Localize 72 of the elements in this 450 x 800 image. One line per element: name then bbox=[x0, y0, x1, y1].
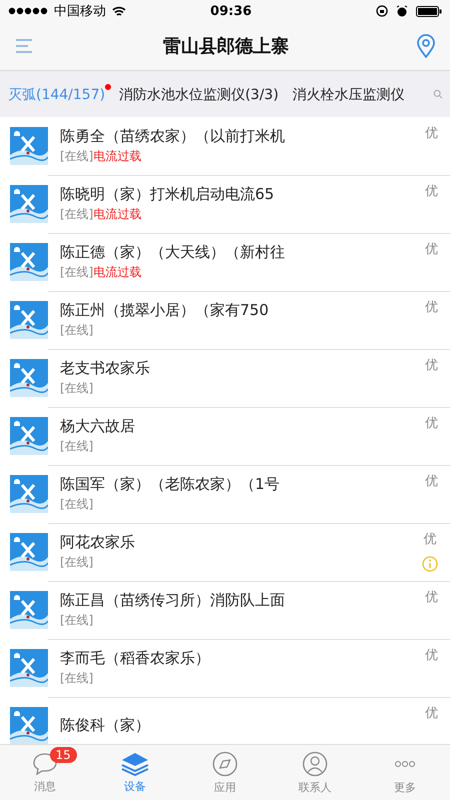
grade-label: 优 bbox=[425, 473, 438, 490]
device-row[interactable]: 陈正昌（苗绣传习所）消防队上面 [在线] 优 bbox=[48, 580, 450, 640]
rotation-lock-icon bbox=[376, 5, 388, 17]
device-icon bbox=[10, 185, 48, 223]
online-status: [在线] bbox=[60, 496, 94, 512]
device-icon bbox=[10, 475, 48, 513]
carrier-name: 中国移动 bbox=[54, 3, 106, 20]
device-name[interactable]: 陈晓明（家）打米机启动电流65 bbox=[60, 184, 425, 204]
device-icon bbox=[10, 127, 48, 165]
device-name[interactable]: 杨大六故居 bbox=[60, 416, 425, 436]
online-status: [在线] bbox=[60, 554, 94, 570]
device-row[interactable]: 杨大六故居 [在线] 优 bbox=[48, 406, 450, 466]
online-status: [在线] bbox=[60, 670, 94, 686]
device-name[interactable]: 陈正昌（苗绣传习所）消防队上面 bbox=[60, 590, 425, 610]
device-icon bbox=[10, 591, 48, 629]
grade-label: 优 bbox=[425, 241, 438, 258]
device-row[interactable]: 陈国军（家）（老陈农家）（1号 [在线] 优 bbox=[48, 464, 450, 524]
grade-label: 优 bbox=[425, 183, 438, 200]
location-pin-icon[interactable] bbox=[416, 34, 436, 58]
device-name[interactable]: 陈国军（家）（老陈农家）（1号 bbox=[60, 474, 425, 494]
page-title: 雷山县郎德上寨 bbox=[163, 35, 289, 58]
online-status: [在线] bbox=[60, 322, 94, 338]
grade-label: 优 bbox=[425, 647, 438, 664]
online-status: [在线] bbox=[60, 206, 94, 222]
device-name[interactable]: 陈正州（揽翠小居）（家有750 bbox=[60, 300, 425, 320]
tab-bar-item[interactable]: 消息 15 bbox=[0, 745, 90, 800]
grade-label: 优 bbox=[425, 125, 438, 142]
device-icon bbox=[10, 301, 48, 339]
layers-icon bbox=[121, 752, 149, 776]
device-icon bbox=[10, 649, 48, 687]
grade-label: 优 bbox=[425, 357, 438, 374]
device-row[interactable]: 阿花农家乐 [在线] 优 bbox=[48, 522, 450, 582]
alert-text: 电流过载 bbox=[93, 148, 142, 164]
grade-label: 优 bbox=[424, 531, 436, 548]
online-status: [在线] bbox=[60, 380, 94, 396]
device-icon bbox=[10, 243, 48, 281]
alert-text: 电流过载 bbox=[93, 206, 142, 222]
contacts-icon bbox=[302, 750, 328, 776]
clock-time: 09:36 bbox=[210, 4, 252, 18]
device-row[interactable]: 陈勇全（苗绣农家）（以前打米机 [在线]电流过载 优 bbox=[48, 117, 450, 176]
device-icon bbox=[10, 417, 48, 455]
device-name[interactable]: 陈俊科（家） bbox=[60, 716, 425, 735]
device-row[interactable]: 老支书农家乐 [在线] 优 bbox=[48, 348, 450, 408]
device-name[interactable]: 李而毛（稻香农家乐） bbox=[60, 648, 425, 668]
wifi-icon bbox=[112, 6, 126, 16]
device-row[interactable]: 陈正州（揽翠小居）（家有750 [在线] 优 bbox=[48, 290, 450, 350]
unread-count: 15 bbox=[50, 747, 77, 763]
grade-label: 优 bbox=[425, 705, 438, 722]
device-name[interactable]: 老支书农家乐 bbox=[60, 358, 425, 378]
online-status: [在线] bbox=[60, 438, 94, 454]
more-icon bbox=[392, 760, 418, 768]
device-icon bbox=[10, 533, 48, 571]
device-name[interactable]: 阿花农家乐 bbox=[60, 532, 422, 552]
device-row[interactable]: 陈晓明（家）打米机启动电流65 [在线]电流过载 优 bbox=[48, 174, 450, 234]
grade-label: 优 bbox=[425, 589, 438, 606]
category-tab[interactable]: 消防水池水位监测仪(3/3) bbox=[119, 87, 279, 103]
device-name[interactable]: 陈正德（家）（大天线）（新村往 bbox=[60, 242, 425, 262]
grade-label: 优 bbox=[425, 299, 438, 316]
grade-label: 优 bbox=[425, 415, 438, 432]
device-name[interactable]: 陈勇全（苗绣农家）（以前打米机 bbox=[60, 126, 425, 146]
online-status: [在线] bbox=[60, 264, 94, 280]
device-icon bbox=[10, 359, 48, 397]
battery-icon bbox=[416, 6, 442, 16]
compass-icon bbox=[212, 750, 238, 776]
device-row[interactable]: 李而毛（稻香农家乐） [在线] 优 bbox=[48, 638, 450, 698]
alert-text: 电流过载 bbox=[93, 264, 142, 280]
device-row[interactable]: 陈正德（家）（大天线）（新村往 [在线]电流过载 优 bbox=[48, 232, 450, 292]
category-tab[interactable]: 消火栓水压监测仪 bbox=[292, 87, 405, 103]
signal-icon bbox=[8, 7, 50, 15]
online-status: [在线] bbox=[60, 148, 94, 164]
alarm-icon bbox=[396, 5, 408, 17]
online-status: [在线] bbox=[60, 612, 94, 628]
